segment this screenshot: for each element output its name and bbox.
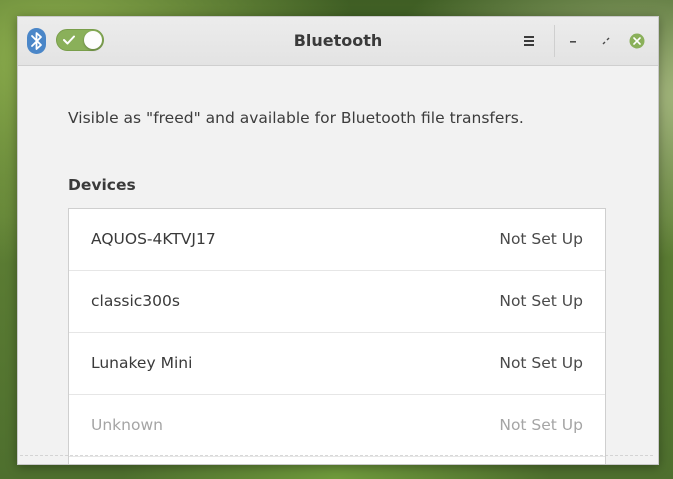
device-row[interactable]: Unknown Not Set Up: [69, 395, 605, 457]
device-name: classic300s: [91, 292, 180, 310]
device-list: AQUOS-4KTVJ17 Not Set Up classic300s Not…: [68, 208, 606, 464]
device-status: Not Set Up: [499, 354, 583, 372]
titlebar-separator: [554, 25, 555, 57]
devices-heading: Devices: [68, 176, 136, 194]
device-name: AQUOS-4KTVJ17: [91, 230, 216, 248]
bluetooth-toggle[interactable]: [56, 29, 104, 51]
device-status: Not Set Up: [499, 292, 583, 310]
device-name: Unknown: [91, 416, 163, 434]
device-status: Not Set Up: [499, 416, 583, 434]
device-row[interactable]: AQUOS-4KTVJ17 Not Set Up: [69, 209, 605, 271]
device-status: Not Set Up: [499, 230, 583, 248]
toggle-knob: [84, 31, 102, 49]
desktop-dash-line: [20, 455, 653, 456]
titlebar: Bluetooth: [18, 17, 658, 66]
visibility-status-text: Visible as "freed" and available for Blu…: [68, 109, 524, 127]
maximize-icon[interactable]: [597, 32, 615, 50]
bluetooth-window: Bluetooth Visible as "freed" and availab…: [17, 16, 659, 465]
close-icon[interactable]: [628, 32, 646, 50]
minimize-icon[interactable]: [565, 32, 583, 50]
check-icon: [63, 35, 75, 45]
hamburger-menu-icon[interactable]: [521, 32, 537, 50]
device-row[interactable]: Lunakey Mini Not Set Up: [69, 333, 605, 395]
device-row[interactable]: classic300s Not Set Up: [69, 271, 605, 333]
main-content: Visible as "freed" and available for Blu…: [18, 66, 658, 464]
window-title: Bluetooth: [293, 31, 383, 50]
device-name: Lunakey Mini: [91, 354, 193, 372]
bluetooth-icon: [27, 28, 46, 54]
